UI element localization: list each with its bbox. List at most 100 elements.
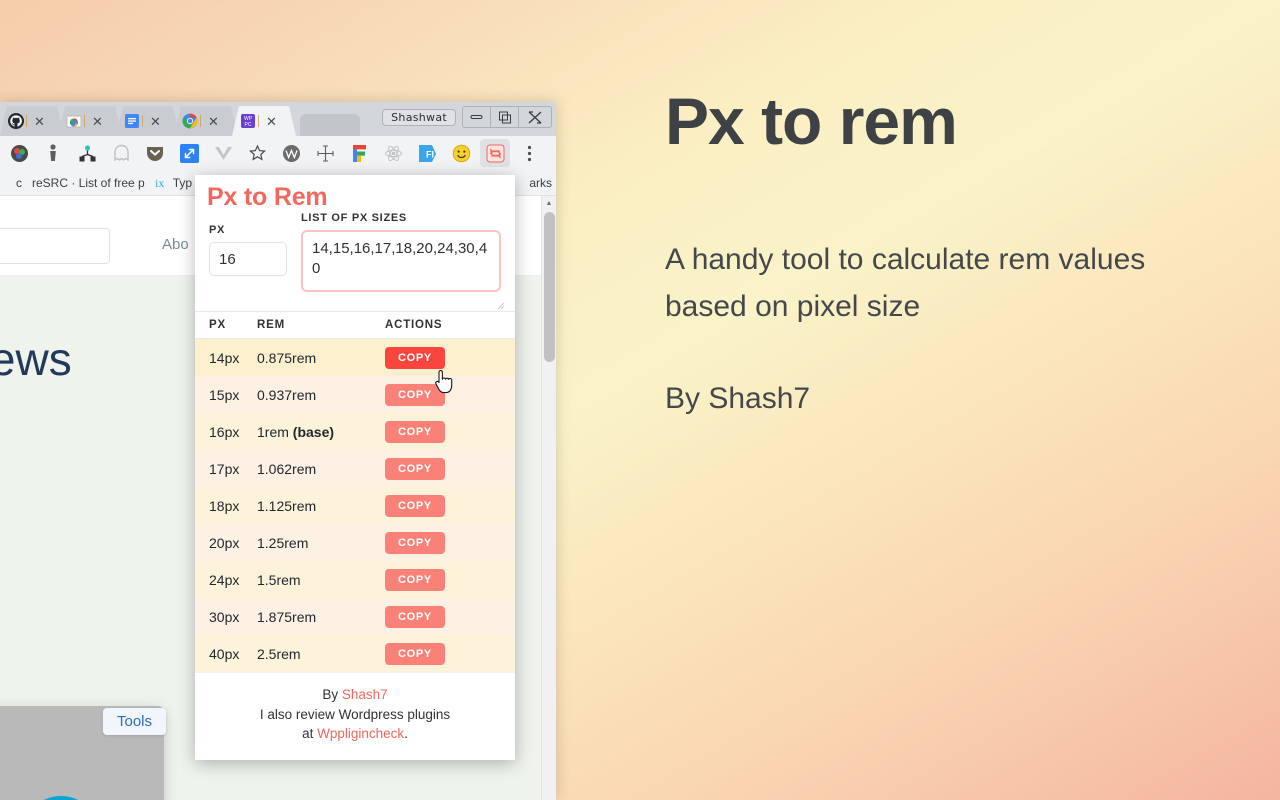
- px-input[interactable]: [209, 242, 287, 276]
- column-header-actions: ACTIONS: [385, 319, 443, 331]
- wppc-tab[interactable]: WP PC ✕: [232, 106, 296, 136]
- scrollbar-thumb[interactable]: [544, 212, 555, 362]
- footer-line-1: By Shash7: [205, 685, 505, 705]
- footer-line-3: at Wppligincheck.: [205, 724, 505, 744]
- chrome-webstore-icon: [66, 113, 82, 129]
- info-icon[interactable]: [36, 139, 70, 167]
- px-list-textarea[interactable]: 14,15,16,17,18,20,24,30,40: [301, 230, 501, 292]
- new-tab-button[interactable]: [300, 114, 360, 136]
- tab-separator: [142, 115, 143, 127]
- wappalyzer-icon[interactable]: [274, 139, 308, 167]
- maximize-icon[interactable]: [491, 107, 519, 127]
- close-icon[interactable]: ✕: [208, 115, 219, 128]
- minimize-icon[interactable]: [463, 107, 491, 127]
- colorzilla-icon[interactable]: [2, 139, 36, 167]
- px-field-group: PX: [209, 224, 287, 276]
- nav-link-about[interactable]: Abo: [162, 236, 189, 253]
- popup-footer: By Shash7 I also review Wordpress plugin…: [195, 672, 515, 758]
- copy-button[interactable]: COPY: [385, 642, 445, 665]
- typescale-icon: ix: [155, 176, 169, 190]
- column-header-px: PX: [209, 319, 226, 331]
- github-tab[interactable]: ✕: [0, 106, 64, 136]
- docs-tab[interactable]: ✕: [116, 106, 180, 136]
- footer-by-prefix: By: [322, 687, 342, 702]
- cell-actions: COPY: [385, 531, 515, 554]
- bookmark-star-icon[interactable]: [240, 139, 274, 167]
- tab-separator: [26, 115, 27, 127]
- font-finder-icon[interactable]: [342, 139, 376, 167]
- px-to-rem-icon[interactable]: [480, 139, 510, 167]
- cell-px: 17px: [209, 460, 240, 477]
- close-icon[interactable]: [519, 107, 551, 127]
- profile-chip[interactable]: Shashwat: [382, 108, 456, 126]
- chrome-tab[interactable]: ✕: [174, 106, 238, 136]
- popup-form: PX LIST OF PX SIZES 14,15,16,17,18,20,24…: [195, 212, 515, 311]
- webstore-tab[interactable]: ✕: [58, 106, 122, 136]
- footer-wpplugincheck-link[interactable]: Wppligincheck: [317, 726, 404, 741]
- bookmark-typescale[interactable]: ix Typ: [155, 176, 192, 190]
- bookmark-label: Typ: [172, 175, 193, 190]
- copy-button[interactable]: COPY: [385, 346, 445, 369]
- copy-button[interactable]: COPY: [385, 568, 445, 591]
- cell-rem: 1.875rem: [257, 608, 317, 625]
- table-row: 40px 2.5rem COPY: [195, 635, 515, 672]
- ghost-icon[interactable]: [104, 139, 138, 167]
- svg-text:PC: PC: [245, 122, 252, 128]
- pocket-icon[interactable]: [138, 139, 172, 167]
- sitemap-icon[interactable]: [70, 139, 104, 167]
- cell-px: 24px: [209, 571, 240, 588]
- tools-pill[interactable]: Tools: [103, 708, 167, 735]
- svg-text:FI: FI: [426, 149, 434, 159]
- react-devtools-icon[interactable]: [376, 139, 410, 167]
- copy-button[interactable]: COPY: [385, 457, 445, 480]
- tab-separator: [258, 115, 259, 127]
- vue-devtools-icon[interactable]: [206, 139, 240, 167]
- scroll-up-arrow[interactable]: ▲: [542, 196, 556, 210]
- cell-px: 40px: [209, 645, 240, 662]
- copy-button[interactable]: COPY: [385, 494, 445, 517]
- site-search-input[interactable]: [0, 228, 110, 264]
- cell-rem: 0.937rem: [257, 386, 317, 403]
- px-list-group: LIST OF PX SIZES 14,15,16,17,18,20,24,30…: [301, 212, 501, 297]
- cell-rem: 1.25rem: [257, 534, 309, 551]
- close-icon[interactable]: ✕: [92, 115, 103, 128]
- promo-panel: Px to rem A handy tool to calculate rem …: [665, 85, 1225, 416]
- table-row: 16px 1rem (base) COPY: [195, 413, 515, 450]
- tab-separator: [200, 115, 201, 127]
- cell-actions: COPY: [385, 642, 515, 665]
- base-badge: (base): [288, 423, 335, 440]
- measure-icon[interactable]: [308, 139, 342, 167]
- table-row: 24px 1.5rem COPY: [195, 561, 515, 598]
- bookmark-resrc[interactable]: reSRC · List of free p: [32, 176, 145, 190]
- close-icon[interactable]: ✕: [266, 115, 277, 128]
- cell-rem: 1.5rem: [257, 571, 301, 588]
- chrome-menu-icon[interactable]: [512, 139, 546, 167]
- cell-actions: COPY: [385, 568, 515, 591]
- cell-actions: COPY: [385, 457, 515, 480]
- google-docs-icon: [124, 113, 140, 129]
- cell-actions: COPY: [385, 383, 515, 406]
- px-to-rem-popup: Px to Rem PX LIST OF PX SIZES 14,15,16,1…: [195, 175, 515, 760]
- window-controls: Shashwat: [382, 106, 552, 128]
- copy-button[interactable]: COPY: [385, 383, 445, 406]
- bookmarks-overflow[interactable]: arks: [529, 176, 556, 190]
- px-field-label: PX: [209, 224, 226, 236]
- bookmark-partial-left[interactable]: c: [16, 176, 22, 190]
- emoji-icon[interactable]: [444, 139, 478, 167]
- copy-button[interactable]: COPY: [385, 420, 445, 443]
- table-row: 17px 1.062rem COPY: [195, 450, 515, 487]
- footer-author-link[interactable]: Shash7: [342, 687, 388, 702]
- cell-px: 16px: [209, 423, 240, 440]
- cell-px: 30px: [209, 608, 240, 625]
- cell-px: 14px: [209, 349, 240, 366]
- resize-icon[interactable]: [172, 139, 206, 167]
- vertical-scrollbar[interactable]: ▲: [541, 196, 556, 800]
- close-icon[interactable]: ✕: [150, 115, 161, 128]
- copy-button[interactable]: COPY: [385, 531, 445, 554]
- fi-icon[interactable]: FI: [410, 139, 444, 167]
- column-header-rem: REM: [257, 319, 285, 331]
- close-icon[interactable]: ✕: [34, 115, 45, 128]
- copy-button[interactable]: COPY: [385, 605, 445, 628]
- table-row: 30px 1.875rem COPY: [195, 598, 515, 635]
- table-row: 14px 0.875rem COPY: [195, 339, 515, 376]
